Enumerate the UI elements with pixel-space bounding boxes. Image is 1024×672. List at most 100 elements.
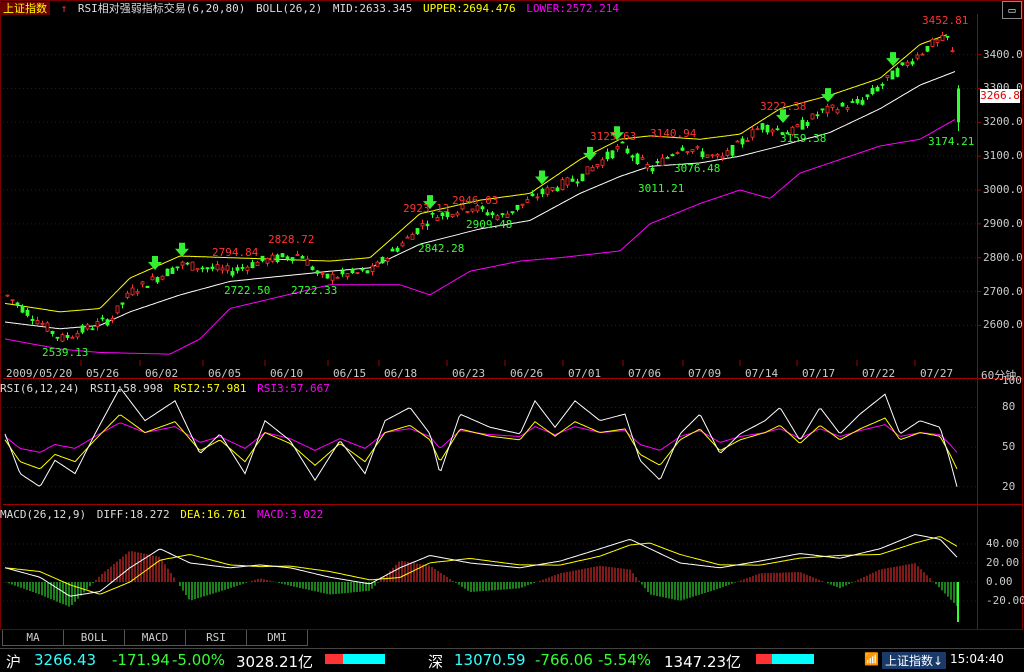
boll-upper: UPPER:2694.476 (422, 2, 516, 15)
candle-body (865, 94, 870, 97)
candle-body (50, 330, 55, 334)
candle-body (45, 322, 50, 332)
trough-price-label: 3174.21 (928, 135, 975, 148)
macd-title[interactable]: MACD(26,12,9) (0, 508, 86, 521)
price-tick-label: 3100.0 (983, 149, 1023, 163)
candle-body (890, 70, 895, 80)
candle-body (815, 114, 820, 117)
candle-body (635, 153, 640, 165)
candle-body (245, 266, 250, 271)
candle-body (210, 266, 215, 270)
candle-body (750, 129, 755, 138)
index-switch-button[interactable]: 上证指数↓ (882, 652, 947, 669)
candle-body (320, 272, 325, 275)
candle-body (250, 262, 255, 269)
candle-body (235, 267, 240, 271)
candle-body (360, 268, 365, 271)
date-tick-label: 07/06 (628, 367, 662, 380)
date-tick-label: 05/26 (86, 367, 120, 380)
candle-body (600, 159, 605, 166)
candle-body (240, 267, 245, 269)
candle-body (380, 256, 385, 264)
tab-rsi[interactable]: RSI (185, 630, 247, 646)
candle-body (365, 270, 370, 274)
clock: 15:04:40 (950, 652, 1004, 666)
trough-price-label: 3159.38 (780, 132, 827, 145)
candle-body (465, 211, 470, 213)
candle-body (755, 128, 760, 131)
candle-body (605, 151, 610, 160)
candle-body (455, 212, 460, 216)
rsi3-value: RSI3:57.667 (257, 382, 330, 395)
macd-value: MACD:3.022 (257, 508, 324, 521)
candle-body (75, 332, 80, 338)
candle-body (730, 144, 735, 156)
sh-change: -171.94 (112, 651, 170, 669)
candle-body (220, 267, 225, 271)
candle-body (215, 264, 220, 271)
date-tick-label: 07/14 (745, 367, 779, 380)
candle-body (395, 247, 400, 252)
chart-canvas[interactable] (0, 0, 1024, 630)
candle-body (230, 271, 235, 276)
macd-panel-header: MACD(26,12,9) DIFF:18.272 DEA:16.761 MAC… (0, 507, 327, 522)
boll-lower: LOWER:2572.214 (526, 2, 620, 15)
candle-body (255, 261, 260, 266)
peak-price-label: 3140.94 (650, 127, 697, 140)
candle-body (190, 261, 195, 271)
window-restore-button[interactable]: ▭ (1002, 1, 1022, 19)
candle-body (575, 181, 580, 184)
candle-body (10, 299, 15, 302)
sh-label: 沪 (6, 653, 22, 671)
candle-body (305, 258, 310, 266)
candle-body (905, 61, 910, 66)
sz-label: 深 (428, 653, 444, 671)
macd-tick-label: 20.00 (986, 556, 1020, 569)
rsi-title[interactable]: RSI(6,12,24) (0, 382, 79, 395)
sz-price: 13070.59 (454, 651, 526, 669)
candle-body (185, 262, 190, 265)
candle-body (390, 248, 395, 252)
date-tick-label: 07/22 (862, 367, 896, 380)
tab-ma[interactable]: MA (2, 630, 64, 646)
index-name[interactable]: 上证指数 (0, 2, 50, 15)
candle-body (840, 102, 845, 107)
candle-body (350, 268, 355, 274)
candle-body (525, 199, 530, 203)
price-tick-label: 2900.0 (983, 216, 1023, 230)
candle-body (760, 123, 765, 130)
candle-body (560, 179, 565, 190)
candle-body (5, 294, 10, 297)
sh-amount: 3028.21亿 (236, 653, 314, 671)
tab-boll[interactable]: BOLL (63, 630, 125, 646)
candle-body (740, 138, 745, 145)
candle-body (915, 54, 920, 59)
candle-body (140, 281, 145, 285)
candle-body (585, 166, 590, 175)
boll-params: BOLL(26,2) (255, 2, 323, 15)
candle-body (100, 317, 105, 320)
candle-body (270, 254, 275, 262)
candle-body (285, 256, 290, 260)
candle-body (155, 277, 160, 283)
tab-macd[interactable]: MACD (124, 630, 186, 646)
date-tick-label: 07/17 (802, 367, 836, 380)
candle-body (770, 129, 775, 133)
candle-body (205, 267, 210, 270)
candle-body (570, 178, 575, 182)
buy-signal-arrow-icon (886, 52, 900, 67)
candle-body (115, 305, 120, 314)
candle-body (885, 75, 890, 79)
price-tick-label: 2800.0 (983, 250, 1023, 264)
sz-change: -766.06 (535, 651, 593, 669)
tab-dmi[interactable]: DMI (246, 630, 308, 646)
buy-signal-arrow-icon (821, 88, 835, 103)
candle-body (880, 83, 885, 86)
candle-body (315, 270, 320, 274)
candle-body (165, 268, 170, 277)
candle-body (275, 254, 280, 263)
rsi1-line (4, 388, 958, 487)
candle-body (705, 154, 710, 158)
candle-body (825, 105, 830, 114)
macd-tick-label: 0.00 (986, 575, 1013, 588)
